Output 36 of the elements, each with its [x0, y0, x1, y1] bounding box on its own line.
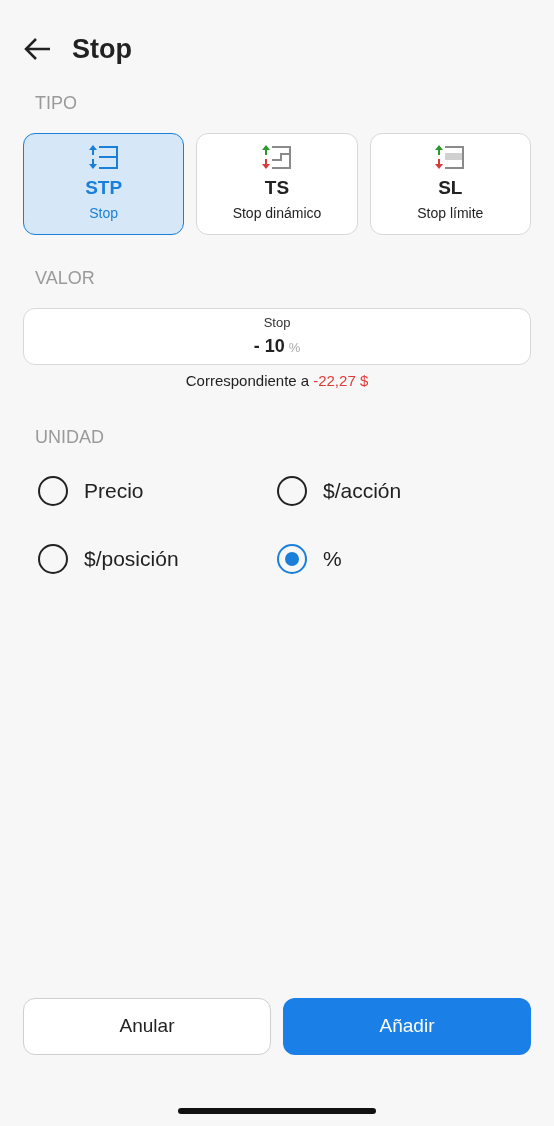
- stop-limit-icon: [434, 144, 467, 171]
- cancel-button[interactable]: Anular: [23, 998, 271, 1055]
- equivalent-amount: -22,27 $: [313, 371, 369, 391]
- order-type-label: Stop dinámico: [232, 203, 322, 223]
- radio-button[interactable]: [38, 475, 68, 506]
- unit-radio-option[interactable]: $/acción: [277, 473, 516, 508]
- order-type-code: TS: [264, 176, 290, 201]
- radio-label: Precio: [84, 477, 144, 504]
- order-type-label: Stop: [89, 203, 119, 223]
- order-type-card[interactable]: SL Stop límite: [369, 133, 531, 235]
- field-value: - 10: [253, 334, 285, 358]
- radio-label: %: [323, 545, 342, 572]
- order-type-card[interactable]: TS Stop dinámico: [196, 133, 358, 235]
- radio-button[interactable]: [277, 475, 307, 506]
- radio-label: $/posición: [84, 545, 179, 572]
- equivalent-note: Correspondiente a: [185, 371, 310, 391]
- order-type-code: STP: [85, 176, 123, 201]
- field-label: Stop: [263, 314, 291, 333]
- section-heading: TIPO: [35, 92, 78, 115]
- field-unit: %: [288, 338, 301, 357]
- radio-label: $/acción: [323, 477, 402, 504]
- back-arrow-icon[interactable]: [24, 37, 52, 61]
- unit-radio-option[interactable]: %: [277, 541, 516, 576]
- section-heading: UNIDAD: [35, 425, 105, 449]
- unit-radio-option[interactable]: Precio: [38, 473, 277, 508]
- section-heading: VALOR: [35, 267, 96, 290]
- trailing-stop-icon: [261, 144, 293, 171]
- page-title: Stop: [72, 32, 132, 66]
- radio-button[interactable]: [277, 543, 307, 574]
- stop-order-icon: [87, 144, 120, 171]
- order-type-label: Stop límite: [417, 203, 484, 223]
- radio-button[interactable]: [38, 543, 68, 574]
- stop-value-field[interactable]: Stop - 10 %: [23, 308, 531, 365]
- order-type-code: SL: [438, 176, 463, 201]
- add-button[interactable]: Añadir: [283, 998, 531, 1055]
- unit-radio-option[interactable]: $/posición: [38, 541, 277, 576]
